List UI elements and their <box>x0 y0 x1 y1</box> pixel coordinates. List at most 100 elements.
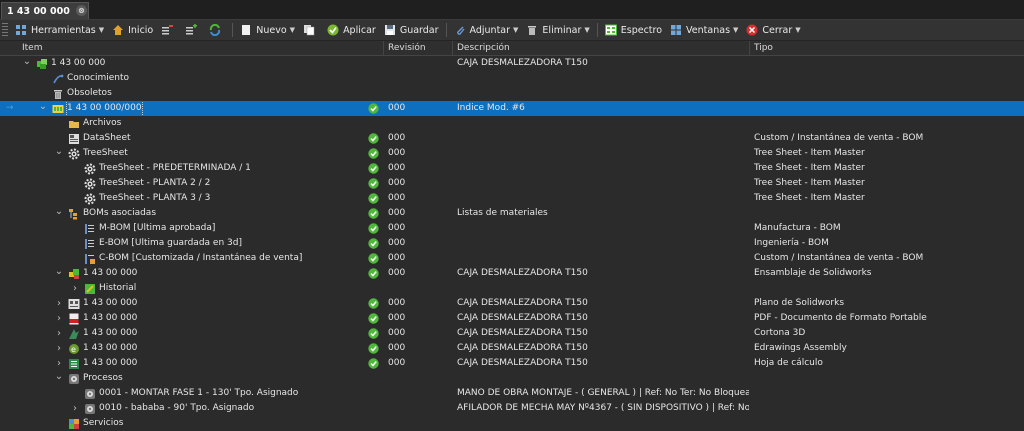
tree-row[interactable]: Servicios <box>0 416 1024 431</box>
ventanas-button[interactable]: Ventanas ▼ <box>666 21 742 39</box>
item-cell: › e 1 43 00 000 <box>0 341 365 356</box>
status-check-icon <box>368 298 379 309</box>
tree-row[interactable]: DataSheet 000 Custom / Instantánea de vent… <box>0 131 1024 146</box>
tree-row[interactable]: ⌄ 1 43 00 000 000 CAJA DESMALEZADORA T150 En… <box>0 266 1024 281</box>
chevron-down-icon: ▼ <box>584 26 590 34</box>
column-header-revision[interactable]: Revisión <box>384 41 453 55</box>
toolbar-separator <box>232 23 234 37</box>
tree-row[interactable]: ⌄ Procesos <box>0 371 1024 386</box>
expand-chevron-icon[interactable]: › <box>54 296 64 311</box>
expand-chevron-icon[interactable]: › <box>54 311 64 326</box>
description-cell: CAJA DESMALEZADORA T150 <box>457 313 588 323</box>
tree-row[interactable]: Obsoletos <box>0 86 1024 101</box>
expand-chevron-icon[interactable]: › <box>54 326 64 341</box>
spreadsheet-icon <box>68 358 80 370</box>
tree-row[interactable]: ⌄ TreeSheet 000 Tree Sheet - Item Master <box>0 146 1024 161</box>
chevron-down-icon: ▼ <box>513 26 519 34</box>
adjuntar-button[interactable]: Adjuntar ▼ <box>450 21 523 39</box>
cerrar-button[interactable]: Cerrar ▼ <box>742 21 804 39</box>
tree-row[interactable]: 0001 - MONTAR FASE 1 - 130' Tpo. Asignad… <box>0 386 1024 401</box>
column-header-descripcion[interactable]: Descripción <box>453 41 750 55</box>
tree-row[interactable]: Conocimiento <box>0 71 1024 86</box>
refresh-button[interactable] <box>205 21 229 39</box>
item-cell: ⌄ TreeSheet <box>0 146 365 161</box>
tree-row[interactable]: TreeSheet - PREDETERMINADA / 1 000 Tree Sh… <box>0 161 1024 176</box>
description-cell: AFILADOR DE MECHA MAY Nº4367 - ( SIN DIS… <box>457 403 749 413</box>
main-toolbar: Herramientas ▼ Inicio Nuevo ▼ Aplicar Guar… <box>0 20 1024 41</box>
tree-row[interactable]: ⌄ BOMs asociadas 000 Listas de materiales <box>0 206 1024 221</box>
revision-cell: 000 <box>388 193 406 203</box>
tree-row[interactable]: › 1 43 00 000 000 CAJA DESMALEZADORA T150 PD… <box>0 311 1024 326</box>
item-cell: ⌄ 1 43 00 000 <box>0 266 365 281</box>
copy-button[interactable] <box>299 21 323 39</box>
tipo-cell: Edrawings Assembly <box>754 343 847 353</box>
nuevo-label: Nuevo <box>256 24 287 36</box>
item-label: Servicios <box>83 418 124 428</box>
tree-row[interactable]: E-BOM [Ultima guardada en 3d] 000 Ingenier… <box>0 236 1024 251</box>
expand-chevron-icon[interactable]: › <box>54 341 64 356</box>
tree-row[interactable]: › Historial <box>0 281 1024 296</box>
collapse-chevron-icon[interactable]: ⌄ <box>54 146 64 157</box>
item-cell: › 1 43 00 000 <box>0 356 365 371</box>
revision-cell: 000 <box>388 358 406 368</box>
item-cell: TreeSheet - PLANTA 3 / 3 <box>0 191 365 206</box>
tools-grid-icon <box>15 24 27 36</box>
chevron-down-icon: ▼ <box>795 26 801 34</box>
tree-row[interactable]: ⌄ 1 43 00 000 CAJA DESMALEZADORA T150 <box>0 56 1024 71</box>
status-check-icon <box>368 193 379 204</box>
collapse-chevron-icon[interactable]: ⌄ <box>54 266 64 277</box>
collapse-list-button[interactable] <box>157 21 181 39</box>
expand-chevron-icon[interactable]: › <box>70 281 80 296</box>
toolbar-grip[interactable] <box>2 23 8 37</box>
tree-row[interactable]: › e 1 43 00 000 000 CAJA DESMALEZADORA T150 E… <box>0 341 1024 356</box>
collapse-chevron-icon[interactable]: ⌄ <box>38 101 48 112</box>
tipo-cell: Hoja de cálculo <box>754 358 823 368</box>
tree-row[interactable]: C-BOM [Customizada / Instantánea de vent… <box>0 251 1024 266</box>
adjuntar-label: Adjuntar <box>469 24 511 36</box>
expand-chevron-icon[interactable]: › <box>70 401 80 416</box>
expand-chevron-icon[interactable]: › <box>54 356 64 371</box>
collapse-chevron-icon[interactable]: ⌄ <box>54 371 64 382</box>
tree-row[interactable]: TreeSheet - PLANTA 3 / 3 000 Tree Sheet - … <box>0 191 1024 206</box>
tree-row[interactable]: › 1 43 00 000 000 CAJA DESMALEZADORA T150 Co… <box>0 326 1024 341</box>
guardar-label: Guardar <box>399 24 439 36</box>
knowledge-icon <box>52 73 64 85</box>
folder-icon <box>68 118 80 130</box>
item-cell: › 1 43 00 000 <box>0 296 365 311</box>
status-check-icon <box>368 328 379 339</box>
inicio-button[interactable]: Inicio <box>108 21 157 39</box>
description-cell: Indice Mod. #6 <box>457 103 525 113</box>
tree-row[interactable]: › 1 43 00 000 000 CAJA DESMALEZADORA T150 Pl… <box>0 296 1024 311</box>
tree-row[interactable]: › 0010 - bababa - 90' Tpo. Asignado AFILAD… <box>0 401 1024 416</box>
close-tab-icon[interactable]: ⊗ <box>76 5 87 16</box>
guardar-button[interactable]: Guardar <box>380 21 443 39</box>
column-header-tipo[interactable]: Tipo <box>750 41 1024 55</box>
collapse-chevron-icon[interactable]: ⌄ <box>54 206 64 217</box>
espectro-button[interactable]: Espectro <box>601 21 666 39</box>
nuevo-button[interactable]: Nuevo ▼ <box>236 21 299 39</box>
revision-cell: 000 <box>388 163 406 173</box>
tree-row[interactable]: › 1 43 00 000 000 CAJA DESMALEZADORA T150 Ho… <box>0 356 1024 371</box>
herramientas-button[interactable]: Herramientas ▼ <box>11 21 108 39</box>
item-label: Obsoletos <box>67 88 112 98</box>
document-tab[interactable]: 1 43 00 000 ⊗ <box>1 2 89 19</box>
tree-row[interactable]: TreeSheet - PLANTA 2 / 2 000 Tree Sheet - … <box>0 176 1024 191</box>
tipo-cell: Tree Sheet - Item Master <box>754 163 865 173</box>
item-label: Procesos <box>83 373 123 383</box>
tree-row[interactable]: Archivos <box>0 116 1024 131</box>
eliminar-button[interactable]: Eliminar ▼ <box>522 21 593 39</box>
collapse-chevron-icon[interactable]: ⌄ <box>22 56 32 67</box>
status-check-icon <box>368 238 379 249</box>
aplicar-button[interactable]: Aplicar <box>323 21 380 39</box>
item-cell: ⌄ Procesos <box>0 371 365 386</box>
column-header-item[interactable]: Item <box>18 41 384 55</box>
status-check-icon <box>368 148 379 159</box>
list-remove-icon <box>161 24 174 36</box>
tree-row[interactable]: → ⌄ 1 43 00 000/000 000 Indice Mod. #6 <box>0 101 1024 116</box>
spectrum-icon <box>604 24 617 36</box>
pdf-icon <box>68 313 80 325</box>
part-green-icon <box>36 58 48 70</box>
expand-list-button[interactable] <box>181 21 205 39</box>
chevron-down-icon: ▼ <box>98 26 105 34</box>
tree-row[interactable]: M-BOM [Ultima aprobada] 000 Manufactura - … <box>0 221 1024 236</box>
